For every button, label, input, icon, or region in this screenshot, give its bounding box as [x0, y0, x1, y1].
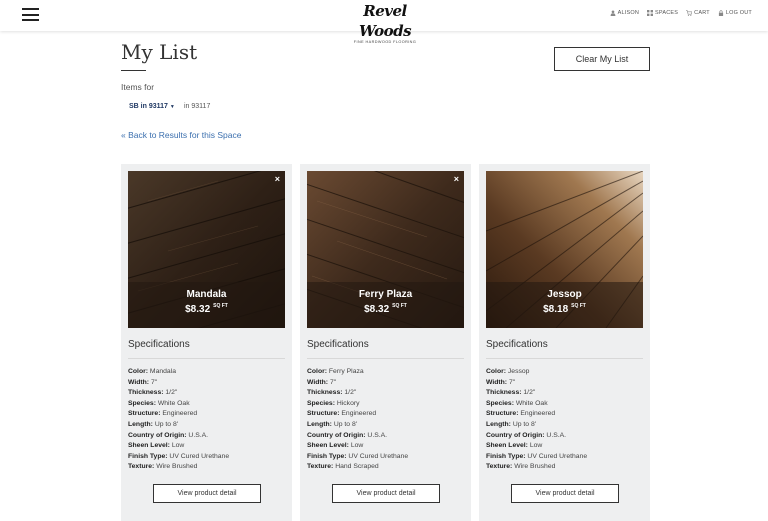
- product-price: $8.32 SQ FT: [128, 303, 285, 315]
- caret-down-icon: ▼: [169, 103, 175, 110]
- remove-item-icon[interactable]: ×: [275, 174, 280, 184]
- spec-row: Color: Mandala: [128, 368, 176, 375]
- specifications-heading: Specifications: [128, 339, 190, 350]
- product-overlay: Mandala $8.32 SQ FT: [128, 282, 285, 328]
- cart-link[interactable]: CART: [686, 10, 710, 16]
- price-value: $8.32: [185, 304, 211, 315]
- title-underline: [121, 70, 146, 71]
- logout-link[interactable]: LOG OUT: [718, 10, 752, 16]
- product-image[interactable]: × Mandala $8.32 SQ FT: [128, 171, 285, 328]
- spec-row: Length: Up to 8': [486, 420, 537, 428]
- spec-row: Sheen Level: Low: [128, 442, 185, 450]
- back-to-results-link[interactable]: « Back to Results for this Space: [121, 130, 241, 140]
- zip-label: in 93117: [184, 103, 211, 110]
- space-dropdown[interactable]: SB in 93117 ▼: [129, 103, 175, 110]
- spec-list: Color: Mandala Width: 7" Thickness: 1/2"…: [128, 367, 229, 473]
- spec-row: Structure: Engineered: [128, 410, 198, 418]
- price-unit: SQ FT: [571, 303, 586, 309]
- spec-row: Structure: Engineered: [486, 410, 556, 418]
- cart-label: CART: [694, 10, 710, 16]
- specifications-heading: Specifications: [307, 339, 369, 350]
- product-card: Jessop $8.18 SQ FT Specifications Color: …: [479, 164, 650, 521]
- divider: [486, 358, 643, 359]
- spec-row: Country of Origin: U.S.A.: [307, 431, 388, 439]
- spec-row: Length: Up to 8': [128, 420, 179, 428]
- spec-row: Finish Type: UV Cured Urethane: [307, 452, 409, 460]
- spec-row: Length: Up to 8': [307, 420, 358, 428]
- logout-label: LOG OUT: [725, 10, 752, 16]
- spec-row: Species: White Oak: [486, 399, 548, 407]
- product-card: × Mandala $8.32 SQ FT Specifications Colo…: [121, 164, 292, 521]
- logo-text: Revel Woods: [358, 2, 412, 40]
- spec-row: Sheen Level: Low: [307, 442, 364, 450]
- menu-icon[interactable]: [22, 8, 39, 21]
- price-unit: SQ FT: [213, 303, 228, 309]
- spec-row: Texture: Wire Brushed: [128, 463, 198, 471]
- spec-row: Species: White Oak: [128, 399, 190, 407]
- cart-icon: [686, 10, 693, 16]
- product-price: $8.32 SQ FT: [307, 303, 464, 315]
- product-image[interactable]: × Ferry Plaza $8.32 SQ FT: [307, 171, 464, 328]
- view-product-detail-button[interactable]: View product detail: [153, 484, 261, 503]
- spec-list: Color: Ferry Plaza Width: 7" Thickness: …: [307, 367, 408, 473]
- divider: [128, 358, 285, 359]
- spec-row: Width: 7": [307, 378, 337, 386]
- spec-row: Finish Type: UV Cured Urethane: [128, 452, 230, 460]
- page-title: My List: [121, 40, 198, 64]
- product-name: Ferry Plaza: [358, 289, 413, 300]
- view-product-detail-button[interactable]: View product detail: [332, 484, 440, 503]
- clear-list-button[interactable]: Clear My List: [554, 47, 650, 71]
- spaces-label: SPACES: [655, 10, 679, 16]
- price-value: $8.32: [364, 304, 390, 315]
- account-link[interactable]: ALISON: [610, 10, 639, 16]
- product-image[interactable]: Jessop $8.18 SQ FT: [486, 171, 643, 328]
- spec-row: Country of Origin: U.S.A.: [486, 431, 567, 439]
- spec-row: Thickness: 1/2": [486, 389, 536, 397]
- space-dropdown-value: SB in 93117: [129, 103, 168, 110]
- top-bar: Revel Woods FINE HARDWOOD FLOORING ALISO…: [0, 0, 768, 44]
- spec-row: Thickness: 1/2": [128, 389, 178, 397]
- logo[interactable]: Revel Woods FINE HARDWOOD FLOORING: [342, 1, 428, 44]
- lock-icon: [718, 10, 723, 16]
- spec-row: Thickness: 1/2": [307, 389, 357, 397]
- utility-nav: ALISON SPACES CART LOG OUT: [610, 10, 752, 16]
- remove-item-icon[interactable]: ×: [454, 174, 459, 184]
- spec-list: Color: Jessop Width: 7" Thickness: 1/2" …: [486, 367, 587, 473]
- divider: [307, 358, 464, 359]
- spec-row: Texture: Wire Brushed: [486, 463, 556, 471]
- spec-row: Color: Jessop: [486, 368, 530, 375]
- product-overlay: Ferry Plaza $8.32 SQ FT: [307, 282, 464, 328]
- product-price: $8.18 SQ FT: [486, 303, 643, 315]
- spaces-link[interactable]: SPACES: [647, 10, 678, 16]
- spec-row: Texture: Hand Scraped: [307, 463, 379, 471]
- product-card: × Ferry Plaza $8.32 SQ FT Specifications …: [300, 164, 471, 521]
- logo-tagline: FINE HARDWOOD FLOORING: [353, 40, 417, 44]
- spec-row: Color: Ferry Plaza: [307, 368, 364, 375]
- spec-row: Finish Type: UV Cured Urethane: [486, 452, 588, 460]
- product-name: Jessop: [547, 289, 582, 300]
- price-unit: SQ FT: [392, 303, 407, 309]
- view-product-detail-button[interactable]: View product detail: [511, 484, 619, 503]
- spec-row: Country of Origin: U.S.A.: [128, 431, 209, 439]
- spec-row: Sheen Level: Low: [486, 442, 543, 450]
- spec-row: Structure: Engineered: [307, 410, 377, 418]
- spec-row: Width: 7": [128, 378, 158, 386]
- specifications-heading: Specifications: [486, 339, 548, 350]
- grid-icon: [647, 10, 654, 16]
- product-name: Mandala: [186, 289, 227, 300]
- items-for-label: Items for: [121, 82, 155, 92]
- user-icon: [610, 10, 616, 16]
- spec-row: Species: Hickory: [307, 399, 360, 407]
- spec-row: Width: 7": [486, 378, 516, 386]
- product-overlay: Jessop $8.18 SQ FT: [486, 282, 643, 328]
- account-label: ALISON: [617, 10, 640, 16]
- price-value: $8.18: [543, 304, 569, 315]
